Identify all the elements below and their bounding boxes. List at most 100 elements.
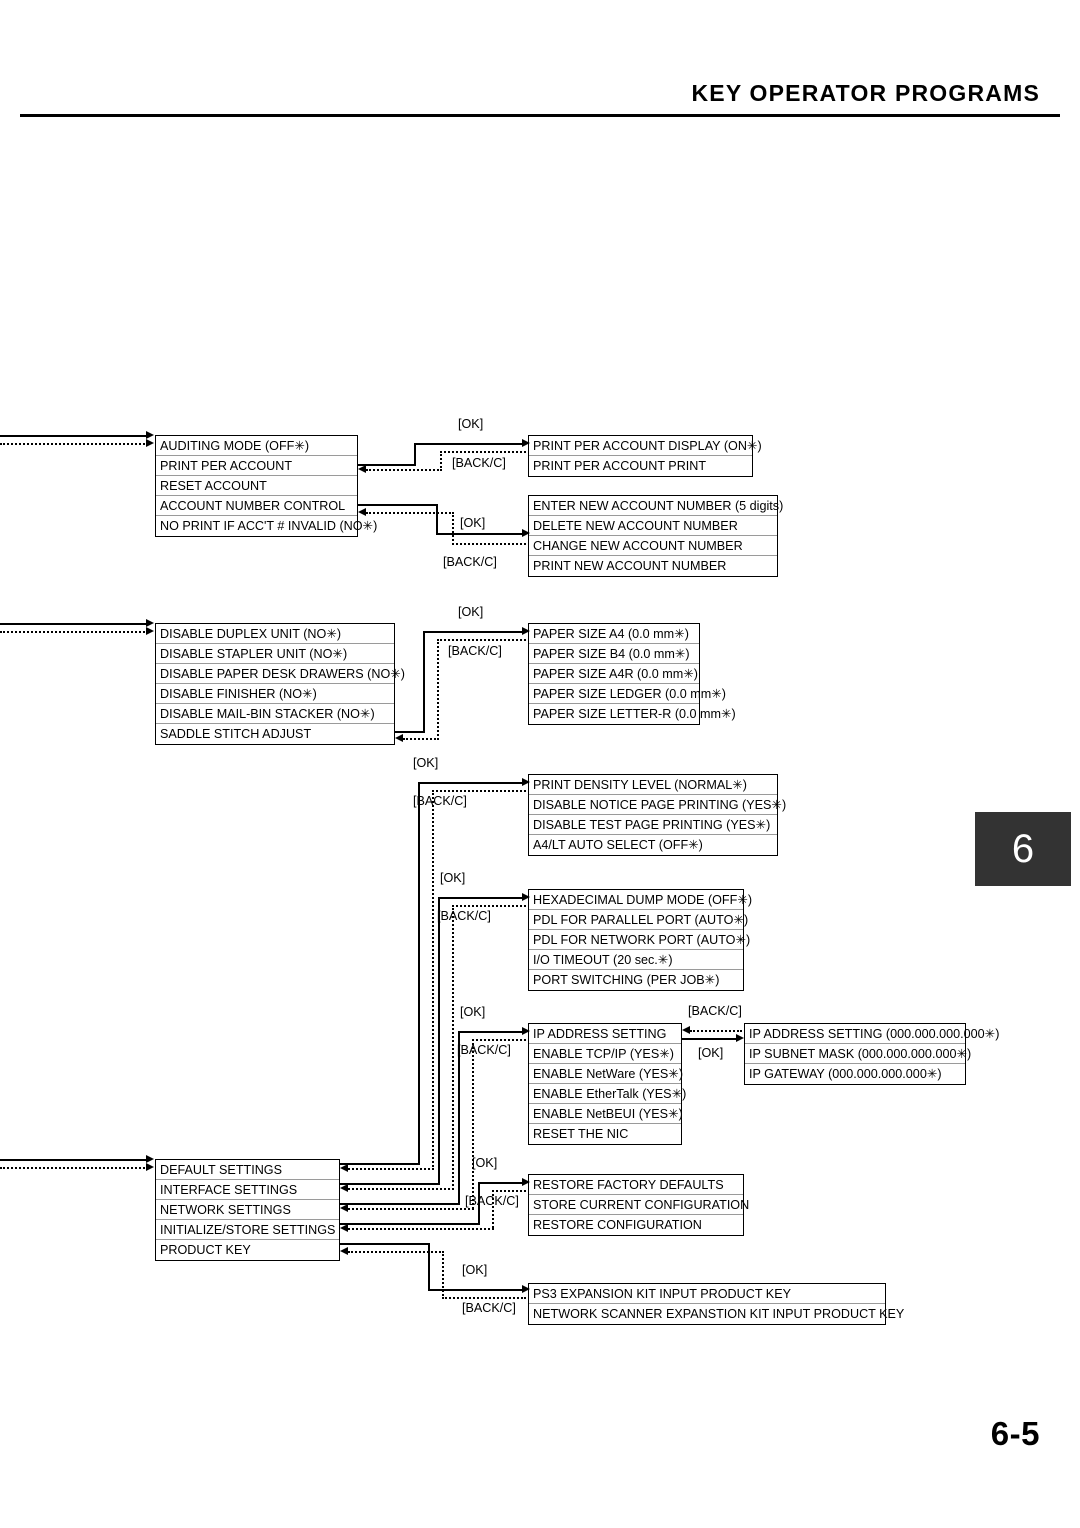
menu-item[interactable]: IP ADDRESS SETTING <box>529 1024 681 1044</box>
menu-item[interactable]: I/O TIMEOUT (20 sec.✳) <box>529 950 743 970</box>
connector-m4-back-h1 <box>348 1228 494 1230</box>
connector-g1-back-h1 <box>366 469 442 471</box>
menu-item[interactable]: RESTORE CONFIGURATION <box>529 1215 743 1235</box>
menu-item[interactable]: PRINT NEW ACCOUNT NUMBER <box>529 556 777 576</box>
ip-address-setting-submenu[interactable]: IP ADDRESS SETTING (000.000.000.000✳) IP… <box>744 1023 999 1085</box>
connector-in-device-solid <box>0 623 148 625</box>
menu-item[interactable]: HEXADECIMAL DUMP MODE (OFF✳) <box>529 890 752 910</box>
menu-item[interactable]: DISABLE TEST PAGE PRINTING (YES✳) <box>529 815 777 835</box>
connector-m5-back-h1 <box>348 1251 444 1253</box>
menu-item[interactable]: PRINT PER ACCOUNT DISPLAY (ON✳) <box>529 436 762 456</box>
menu-item[interactable]: RESTORE FACTORY DEFAULTS <box>529 1175 743 1195</box>
menu-item[interactable]: DISABLE DUPLEX UNIT (NO✳) <box>156 624 394 644</box>
interface-settings-submenu[interactable]: HEXADECIMAL DUMP MODE (OFF✳) PDL FOR PAR… <box>528 889 752 991</box>
printer-settings-main-menu[interactable]: DEFAULT SETTINGS INTERFACE SETTINGS NETW… <box>155 1159 340 1261</box>
menu-item[interactable]: PRINT PER ACCOUNT PRINT <box>529 456 752 476</box>
connector-g1-back-h2 <box>440 451 526 453</box>
menu-item[interactable]: PAPER SIZE LETTER-R (0.0 mm✳) <box>529 704 736 724</box>
menu-item[interactable]: PDL FOR NETWORK PORT (AUTO✳) <box>529 930 750 950</box>
label-ok-m4: [OK] <box>472 1156 498 1170</box>
menu-item[interactable]: PAPER SIZE A4R (0.0 mm✳) <box>529 664 699 684</box>
menu-item[interactable]: ENABLE TCP/IP (YES✳) <box>529 1044 681 1064</box>
arrowhead-g2-ok <box>522 627 530 635</box>
menu-item[interactable]: AUDITING MODE (OFF✳) <box>156 436 357 456</box>
arrowhead-m3-back <box>340 1204 348 1212</box>
connector-g1-ok-h2 <box>414 443 526 445</box>
menu-item[interactable]: PRODUCT KEY <box>156 1240 339 1260</box>
menu-item[interactable]: DISABLE STAPLER UNIT (NO✳) <box>156 644 394 664</box>
menu-item[interactable]: DISABLE NOTICE PAGE PRINTING (YES✳) <box>529 795 786 815</box>
label-back-m4: [BACK/C] <box>465 1194 519 1208</box>
menu-item[interactable]: CHANGE NEW ACCOUNT NUMBER <box>529 536 777 556</box>
default-settings-submenu[interactable]: PRINT DENSITY LEVEL (NORMAL✳) DISABLE NO… <box>528 774 786 856</box>
connector-m3-back-v <box>472 1039 474 1209</box>
connector-m5-back-h2 <box>442 1297 526 1299</box>
connector-m1-ok-h1 <box>340 1163 420 1165</box>
menu-item[interactable]: INTERFACE SETTINGS <box>156 1180 339 1200</box>
initialize-store-settings-submenu[interactable]: RESTORE FACTORY DEFAULTS STORE CURRENT C… <box>528 1174 749 1236</box>
menu-item[interactable]: ENTER NEW ACCOUNT NUMBER (5 digits) <box>529 496 783 516</box>
menu-item[interactable]: PS3 EXPANSION KIT INPUT PRODUCT KEY <box>529 1284 885 1304</box>
menu-item[interactable]: PAPER SIZE B4 (0.0 mm✳) <box>529 644 699 664</box>
menu-item[interactable]: A4/LT AUTO SELECT (OFF✳) <box>529 835 777 855</box>
connector-m4-ok-h1 <box>340 1223 480 1225</box>
menu-item[interactable]: NETWORK SCANNER EXPANSTION KIT INPUT PRO… <box>529 1304 904 1324</box>
menu-item[interactable]: RESET THE NIC <box>529 1124 681 1144</box>
connector-g1-ok-h1 <box>358 464 416 466</box>
connector-g1b-ok-h2 <box>436 533 526 535</box>
account-number-control-submenu[interactable]: ENTER NEW ACCOUNT NUMBER (5 digits) DELE… <box>528 495 783 577</box>
arrowhead-ip-ok <box>736 1034 744 1042</box>
menu-item[interactable]: ENABLE EtherTalk (YES✳) <box>529 1084 686 1104</box>
print-per-account-submenu[interactable]: PRINT PER ACCOUNT DISPLAY (ON✳) PRINT PE… <box>528 435 762 477</box>
connector-in-main-dotted <box>0 1167 148 1169</box>
menu-item[interactable]: NO PRINT IF ACC'T # INVALID (NO✳) <box>156 516 377 536</box>
arrowhead-m1-ok <box>522 778 530 786</box>
product-key-submenu[interactable]: PS3 EXPANSION KIT INPUT PRODUCT KEY NETW… <box>528 1283 904 1325</box>
menu-item[interactable]: DEFAULT SETTINGS <box>156 1160 339 1180</box>
menu-item[interactable]: INITIALIZE/STORE SETTINGS <box>156 1220 339 1240</box>
menu-item[interactable]: NETWORK SETTINGS <box>156 1200 339 1220</box>
label-back-ip: [BACK/C] <box>688 1004 742 1018</box>
menu-item[interactable]: IP GATEWAY (000.000.000.000✳) <box>745 1064 965 1084</box>
connector-m1-ok-h2 <box>418 782 526 784</box>
menu-item[interactable]: PORT SWITCHING (PER JOB✳) <box>529 970 743 990</box>
menu-item[interactable]: DISABLE MAIL-BIN STACKER (NO✳) <box>156 704 394 724</box>
menu-item[interactable]: PAPER SIZE A4 (0.0 mm✳) <box>529 624 699 644</box>
menu-item[interactable]: DISABLE FINISHER (NO✳) <box>156 684 394 704</box>
chapter-number: 6 <box>1011 827 1035 871</box>
label-back-g1b: [BACK/C] <box>443 555 497 569</box>
label-back-g2: [BACK/C] <box>448 644 502 658</box>
menu-item[interactable]: PRINT DENSITY LEVEL (NORMAL✳) <box>529 775 777 795</box>
connector-m3-ok-h2 <box>458 1031 526 1033</box>
menu-item[interactable]: ACCOUNT NUMBER CONTROL <box>156 496 357 516</box>
arrowhead-g2-back <box>395 734 403 742</box>
menu-item[interactable]: STORE CURRENT CONFIGURATION <box>529 1195 749 1215</box>
menu-item[interactable]: DISABLE PAPER DESK DRAWERS (NO✳) <box>156 664 405 684</box>
auditing-menu[interactable]: AUDITING MODE (OFF✳) PRINT PER ACCOUNT R… <box>155 435 377 537</box>
saddle-stitch-adjust-submenu[interactable]: PAPER SIZE A4 (0.0 mm✳) PAPER SIZE B4 (0… <box>528 623 736 725</box>
menu-item[interactable]: IP ADDRESS SETTING (000.000.000.000✳) <box>745 1024 999 1044</box>
label-back-m3: [BACK/C] <box>457 1043 511 1057</box>
device-menu[interactable]: DISABLE DUPLEX UNIT (NO✳) DISABLE STAPLE… <box>155 623 405 745</box>
menu-item[interactable]: PRINT PER ACCOUNT <box>156 456 357 476</box>
arrowhead-in-auditing-dotted <box>146 439 154 447</box>
menu-item[interactable]: RESET ACCOUNT <box>156 476 357 496</box>
chapter-tab: 6 <box>975 812 1071 886</box>
menu-item[interactable]: ENABLE NetBEUI (YES✳) <box>529 1104 683 1124</box>
header-rule <box>20 114 1060 117</box>
connector-m3-ok-h1 <box>340 1203 460 1205</box>
arrowhead-m4-ok <box>522 1178 530 1186</box>
arrowhead-in-auditing-solid <box>146 431 154 439</box>
menu-item[interactable]: ENABLE NetWare (YES✳) <box>529 1064 683 1084</box>
network-settings-submenu[interactable]: IP ADDRESS SETTING ENABLE TCP/IP (YES✳) … <box>528 1023 686 1145</box>
arrowhead-in-device-dotted <box>146 627 154 635</box>
menu-item[interactable]: DELETE NEW ACCOUNT NUMBER <box>529 516 777 536</box>
menu-item[interactable]: SADDLE STITCH ADJUST <box>156 724 394 744</box>
arrowhead-g1b-ok <box>522 529 530 537</box>
menu-item[interactable]: PAPER SIZE LEDGER (0.0 mm✳) <box>529 684 726 704</box>
menu-item[interactable]: IP SUBNET MASK (000.000.000.000✳) <box>745 1044 971 1064</box>
label-ok-m1: [OK] <box>413 756 439 770</box>
connector-in-device-dotted <box>0 631 148 633</box>
menu-item[interactable]: PDL FOR PARALLEL PORT (AUTO✳) <box>529 910 748 930</box>
connector-m1-back-v <box>432 790 434 1170</box>
